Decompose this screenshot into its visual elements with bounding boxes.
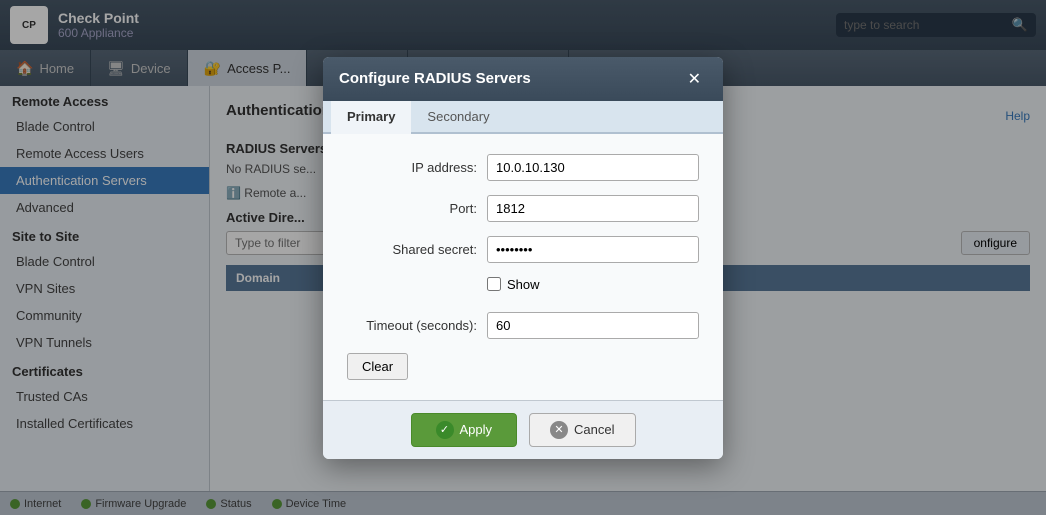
modal-tab-secondary-label: Secondary bbox=[427, 109, 489, 124]
secret-input[interactable] bbox=[487, 236, 699, 263]
show-label: Show bbox=[507, 277, 540, 292]
modal-tab-primary[interactable]: Primary bbox=[331, 101, 411, 134]
apply-label: Apply bbox=[460, 422, 493, 437]
show-checkbox[interactable] bbox=[487, 277, 501, 291]
secret-label: Shared secret: bbox=[347, 242, 477, 257]
modal-title: Configure RADIUS Servers bbox=[339, 70, 531, 87]
show-row: Show bbox=[347, 277, 699, 292]
modal-header: Configure RADIUS Servers ✕ bbox=[323, 57, 723, 101]
modal-tab-secondary[interactable]: Secondary bbox=[411, 101, 505, 134]
cancel-label: Cancel bbox=[574, 422, 614, 437]
clear-row: Clear bbox=[347, 353, 699, 380]
modal-body: IP address: Port: Shared secret: Show Ti… bbox=[323, 134, 723, 400]
configure-radius-modal: Configure RADIUS Servers ✕ Primary Secon… bbox=[323, 57, 723, 459]
port-row: Port: bbox=[347, 195, 699, 222]
timeout-input[interactable] bbox=[487, 312, 699, 339]
modal-footer: ✓ Apply ✕ Cancel bbox=[323, 400, 723, 459]
apply-icon: ✓ bbox=[436, 421, 454, 439]
cancel-icon: ✕ bbox=[550, 421, 568, 439]
ip-label: IP address: bbox=[347, 160, 477, 175]
timeout-label: Timeout (seconds): bbox=[347, 318, 477, 333]
apply-button[interactable]: ✓ Apply bbox=[411, 413, 518, 447]
secret-row: Shared secret: bbox=[347, 236, 699, 263]
modal-tab-primary-label: Primary bbox=[347, 109, 395, 124]
ip-input[interactable] bbox=[487, 154, 699, 181]
timeout-row: Timeout (seconds): bbox=[347, 312, 699, 339]
modal-overlay: Configure RADIUS Servers ✕ Primary Secon… bbox=[0, 0, 1046, 515]
cancel-button[interactable]: ✕ Cancel bbox=[529, 413, 635, 447]
port-input[interactable] bbox=[487, 195, 699, 222]
ip-address-row: IP address: bbox=[347, 154, 699, 181]
modal-close-button[interactable]: ✕ bbox=[682, 67, 707, 91]
modal-tabs: Primary Secondary bbox=[323, 101, 723, 134]
clear-button[interactable]: Clear bbox=[347, 353, 408, 380]
port-label: Port: bbox=[347, 201, 477, 216]
